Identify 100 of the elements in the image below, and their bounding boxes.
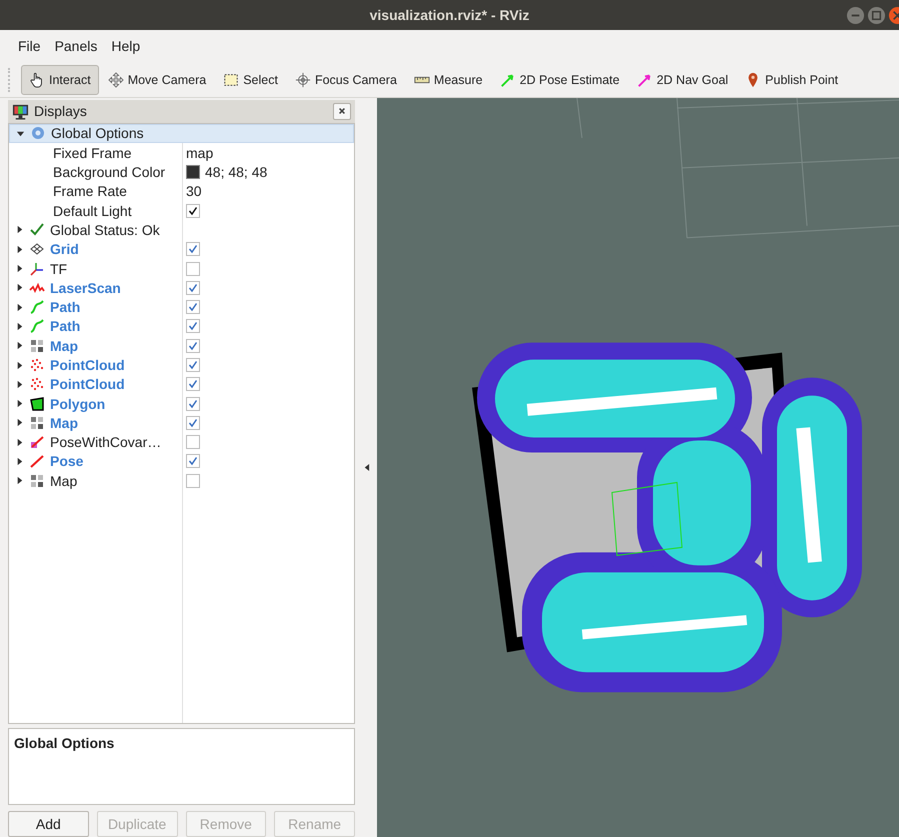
checkbox[interactable] [186,280,200,295]
maximize-icon[interactable] [867,6,886,25]
tree-row[interactable]: Grid [9,240,354,259]
expand-arrow-icon[interactable] [15,399,24,408]
move-arrows-icon [108,72,124,88]
tool-button[interactable]: Interact [21,64,99,94]
tool-button[interactable]: Focus Camera [286,64,405,94]
menu-item[interactable]: Help [111,38,140,54]
property-name: Fixed Frame [53,144,132,161]
tree-row[interactable]: Polygon [9,394,354,414]
expand-arrow-icon[interactable] [15,225,24,234]
tree-row[interactable]: TF [9,258,354,278]
tree-row[interactable]: Global Options [9,124,354,144]
menu-item[interactable]: Panels [54,38,98,54]
checkbox[interactable] [186,454,200,468]
monitor-icon [12,102,29,120]
property-name: Background Color [53,164,166,180]
display-label: Global Options [51,125,144,142]
close-icon [338,107,346,116]
tool-button[interactable]: 2D Nav Goal [628,64,736,94]
checkbox[interactable] [186,416,200,430]
display-label: TF [50,260,68,277]
display-icon [30,125,46,142]
expand-arrow-icon[interactable] [15,360,24,370]
expand-arrow-icon[interactable] [15,264,24,274]
display-label: PoseWithCovar… [50,434,162,450]
property-name: Frame Rate [53,183,127,200]
tree-row[interactable]: Global Status: Ok [9,220,354,240]
checkbox[interactable] [186,396,200,411]
selection-rectangle-icon [223,72,240,88]
checkbox[interactable] [186,338,200,353]
tree-row[interactable]: Map [9,413,354,433]
checkbox[interactable] [186,242,200,256]
property-value[interactable]: 48; 48; 48 [205,164,268,180]
display-label: Map [50,414,78,431]
checkbox[interactable] [186,377,200,392]
minimize-icon[interactable] [846,6,865,25]
expand-arrow-icon[interactable] [16,128,25,138]
tool-button[interactable]: Measure [406,64,491,94]
close-button[interactable] [333,102,351,120]
display-icon [29,241,45,258]
display-icon [29,453,45,470]
tool-button[interactable]: 2D Pose Estimate [492,64,628,94]
menu-item[interactable]: File [18,38,41,54]
property-value[interactable]: 30 [186,183,202,200]
tree-row[interactable]: Path [9,297,354,317]
expand-arrow-icon[interactable] [15,380,24,389]
tree-row[interactable]: Map [9,336,354,356]
arrow-icon [636,72,653,88]
expand-arrow-icon[interactable] [15,476,24,486]
property-value[interactable]: map [186,144,214,161]
tool-button[interactable]: Move Camera [100,64,214,94]
property-name: Default Light [53,202,132,219]
display-icon [29,396,45,412]
checkbox[interactable] [186,262,200,276]
window-title: visualization.rviz* - RViz [370,7,530,23]
display-label: PointCloud [50,376,125,392]
display-icon [29,472,45,489]
checkbox[interactable] [186,358,200,372]
expand-arrow-icon[interactable] [15,341,24,350]
arrow-icon [500,72,516,88]
tree-row[interactable]: PoseWithCovar… [9,432,354,452]
checkbox[interactable] [186,204,200,218]
display-icon [29,357,45,373]
expand-arrow-icon[interactable] [15,322,24,331]
display-label: Map [50,472,78,489]
display-icon [29,414,45,431]
expand-arrow-icon[interactable] [15,302,24,312]
expand-arrow-icon[interactable] [15,438,24,447]
display-icon [29,434,45,450]
checkbox[interactable] [186,300,200,314]
expand-arrow-icon[interactable] [15,418,24,428]
display-label: Global Status: Ok [50,222,160,238]
tree-row[interactable]: Path [9,316,354,336]
display-label: Path [50,299,80,316]
checkbox[interactable] [186,435,200,450]
color-swatch[interactable] [186,165,200,180]
checkbox[interactable] [186,474,200,488]
tree-row[interactable]: LaserScan [9,278,354,298]
crosshair-icon [294,72,311,88]
display-label: Grid [50,241,79,258]
expand-arrow-icon[interactable] [15,283,24,292]
collapse-arrow-icon[interactable] [362,463,370,472]
display-icon [29,338,45,354]
tree-row[interactable]: Map [9,471,354,490]
tool-button[interactable]: Select [215,64,286,94]
expand-arrow-icon[interactable] [15,456,24,466]
display-icon [29,318,45,334]
display-label: Path [50,318,80,334]
tree-row[interactable]: Pose [9,452,354,472]
tool-button[interactable]: Publish Point [737,64,846,94]
display-label: Pose [50,453,84,470]
panel-button[interactable]: Add [8,810,89,837]
tree-row[interactable]: PointCloud [9,355,354,375]
display-icon [29,299,45,316]
expand-arrow-icon[interactable] [15,244,24,254]
panel-title: Displays [34,103,88,120]
tree-row[interactable]: PointCloud [9,374,354,394]
checkbox[interactable] [186,319,200,334]
display-label: Map [50,338,78,354]
